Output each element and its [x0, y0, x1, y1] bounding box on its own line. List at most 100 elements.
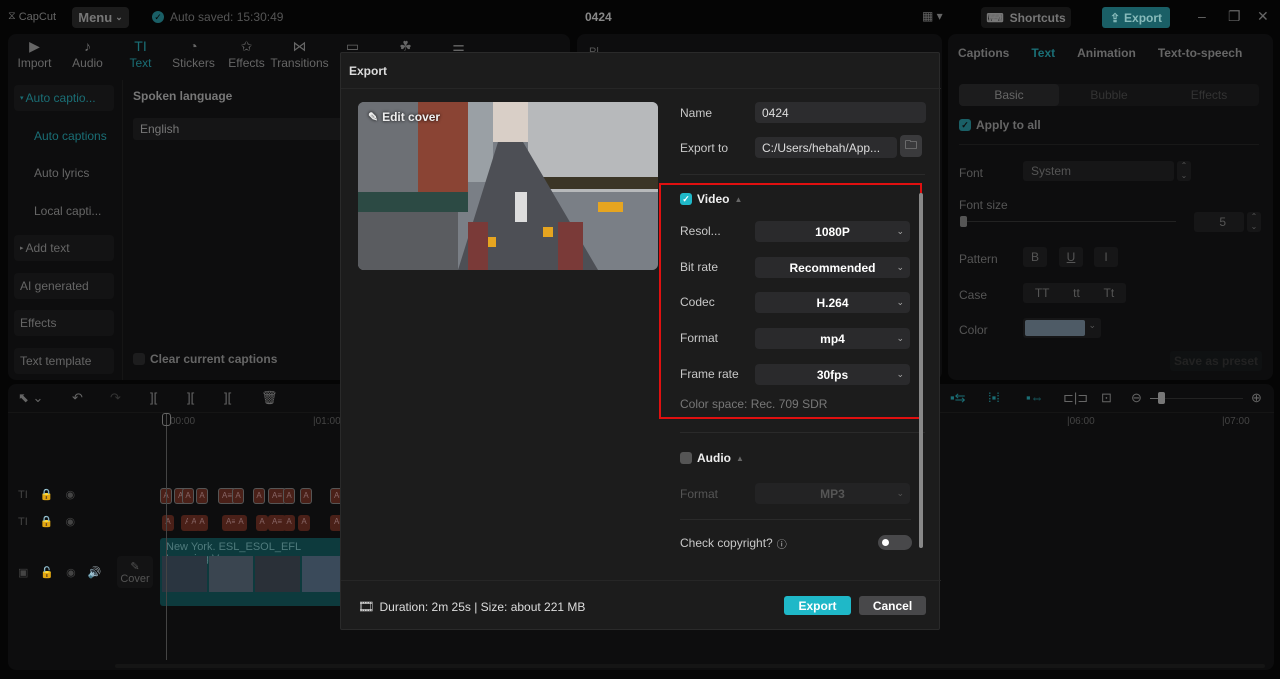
transitions-icon: ⋈	[292, 38, 307, 54]
italic-button[interactable]: I	[1094, 247, 1118, 267]
magnet-link-icon[interactable]: ▪⇆	[950, 390, 966, 406]
font-stepper-icon[interactable]: ⌃ ⌄	[1177, 161, 1191, 181]
layout-icon[interactable]: ▦ ▾	[922, 9, 943, 23]
text-clip[interactable]: A	[300, 488, 312, 504]
split-left-icon[interactable]: ][	[187, 390, 194, 405]
timeline-scrollbar[interactable]	[115, 664, 1265, 668]
tab-text-to-speech[interactable]: Text-to-speech	[1158, 46, 1242, 60]
name-input[interactable]: 0424	[755, 102, 926, 123]
export-button[interactable]: Export	[784, 596, 851, 615]
tool-audio[interactable]: ♪ Audio	[61, 34, 114, 72]
audio-section-toggle[interactable]: Audio ▲	[680, 451, 744, 465]
split-right-icon[interactable]: ][	[224, 390, 231, 405]
save-preset-button[interactable]: Save as preset	[1170, 351, 1262, 371]
font-size-slider-handle[interactable]	[960, 216, 967, 227]
tool-stickers[interactable]: ◔ Stickers	[167, 34, 220, 72]
font-size-input[interactable]: 5	[1194, 212, 1244, 232]
text-clip[interactable]: A	[232, 488, 244, 504]
font-size-stepper-icon[interactable]: ⌃ ⌄	[1247, 212, 1261, 232]
minimize-icon[interactable]: –	[1198, 8, 1206, 24]
sidebar-item-text-template[interactable]: Text template	[14, 347, 114, 374]
shortcuts-button[interactable]: ⌨ Shortcuts	[981, 7, 1071, 28]
subtab-basic[interactable]: Basic	[959, 84, 1059, 106]
tab-text[interactable]: Text	[1031, 46, 1055, 60]
redo-icon[interactable]: ↷	[110, 390, 121, 406]
video-clip[interactable]: New York. ESL_ESOL_EFL Learning V	[160, 538, 346, 606]
uppercase-button[interactable]: TT	[1035, 286, 1050, 300]
delete-icon[interactable]: 🗑	[261, 390, 278, 406]
sidebar-item-add-text[interactable]: ▸ Add text	[14, 235, 114, 261]
toggle-knob	[882, 539, 889, 546]
dialog-scrollbar[interactable]	[919, 193, 923, 548]
lock-icon[interactable]: 🔒	[40, 515, 54, 528]
text-clip[interactable]: A	[162, 515, 174, 531]
tool-effects[interactable]: ✩ Effects	[220, 34, 273, 72]
lowercase-button[interactable]: tt	[1073, 286, 1080, 300]
text-clip[interactable]: A	[196, 515, 208, 531]
eye-icon[interactable]: ◉	[65, 488, 75, 501]
subtab-effects[interactable]: Effects	[1159, 84, 1259, 106]
sidebar-item-local-capti[interactable]: Local capti...	[14, 198, 114, 224]
bold-button[interactable]: B	[1023, 247, 1047, 267]
zoom-out-icon[interactable]: ⊖	[1131, 390, 1142, 406]
undo-icon[interactable]: ↶	[72, 390, 83, 406]
underline-button[interactable]: U	[1059, 247, 1083, 267]
eye-icon[interactable]: ◉	[65, 515, 75, 528]
sidebar-item-auto-lyrics[interactable]: Auto lyrics	[14, 160, 114, 186]
text-clip[interactable]: A	[283, 488, 295, 504]
folder-icon[interactable]: 🗀	[900, 135, 922, 157]
font-size-slider-track[interactable]	[962, 221, 1176, 222]
clear-captions-checkbox[interactable]: Clear current captions	[133, 352, 277, 366]
text-clip[interactable]: A	[283, 515, 295, 531]
text-clip[interactable]: A	[196, 488, 208, 504]
menu-button[interactable]: Menu ⌄	[72, 7, 129, 28]
zoom-in-icon[interactable]: ⊕	[1251, 390, 1262, 406]
sidebar-item-auto-captions[interactable]: Auto captions	[14, 123, 114, 149]
lock-icon[interactable]: 🔒	[40, 488, 54, 501]
snap-icon[interactable]: ⁞▪⁞	[988, 390, 1000, 405]
cover-button[interactable]: ✎ Cover	[117, 556, 153, 588]
apply-to-all-checkbox[interactable]: ✓ Apply to all	[959, 118, 1041, 132]
sidebar-item-auto-captio[interactable]: ▾ Auto captio...	[14, 85, 114, 111]
close-icon[interactable]: ✕	[1257, 8, 1269, 25]
titlecase-button[interactable]: Tt	[1103, 286, 1114, 300]
text-clip[interactable]: A	[182, 488, 194, 504]
lock-icon[interactable]: 🔓	[40, 566, 54, 579]
subtab-bubble[interactable]: Bubble	[1059, 84, 1159, 106]
playhead[interactable]	[166, 414, 167, 660]
zoom-slider-track[interactable]	[1165, 398, 1243, 399]
export-top-button[interactable]: ⇪ Export	[1102, 7, 1170, 28]
volume-icon[interactable]: 🔊	[88, 566, 102, 579]
split-icon[interactable]: ][	[150, 390, 157, 405]
copyright-toggle[interactable]	[878, 535, 912, 550]
language-select[interactable]: English	[133, 118, 353, 140]
text-clip[interactable]: A	[235, 515, 247, 531]
text-clip[interactable]: A	[253, 488, 265, 504]
font-select[interactable]: System	[1023, 161, 1174, 181]
color-picker[interactable]: ⌄	[1023, 318, 1101, 338]
split-preview-icon[interactable]: ⊏|⊐	[1063, 390, 1088, 406]
restore-icon[interactable]: ❐	[1228, 8, 1241, 25]
text-clip[interactable]: A	[298, 515, 310, 531]
cover-thumbnail[interactable]: ✎ Edit cover	[358, 102, 658, 270]
tool-transitions[interactable]: ⋈ Transitions	[270, 34, 328, 72]
text-clip[interactable]: A	[256, 515, 268, 531]
playhead-handle[interactable]	[162, 413, 171, 426]
help-icon[interactable]: ⓘ	[777, 536, 787, 551]
sidebar-item-effects[interactable]: Effects	[14, 310, 114, 336]
export-path-input[interactable]: C:/Users/hebah/App...	[755, 137, 897, 158]
audio-checkbox[interactable]	[680, 452, 692, 464]
audio-format-select[interactable]: MP3 ⌄	[755, 483, 910, 504]
sidebar-item-ai-generated[interactable]: AI generated	[14, 272, 114, 299]
select-tool-icon[interactable]: ⬉ ⌄	[18, 390, 43, 406]
link-icon[interactable]: ▪⇔	[1026, 390, 1044, 405]
tool-import[interactable]: ▶ Import	[8, 34, 61, 72]
zoom-slider-handle[interactable]	[1158, 392, 1165, 404]
tab-animation[interactable]: Animation	[1077, 46, 1136, 60]
tab-captions[interactable]: Captions	[958, 46, 1009, 60]
eye-icon[interactable]: ◉	[66, 566, 76, 579]
tool-text[interactable]: TI Text	[114, 34, 167, 72]
cancel-button[interactable]: Cancel	[859, 596, 926, 615]
edit-cover-button[interactable]: ✎ Edit cover	[368, 110, 440, 124]
zoom-fit-icon[interactable]: ⊡	[1101, 390, 1112, 406]
